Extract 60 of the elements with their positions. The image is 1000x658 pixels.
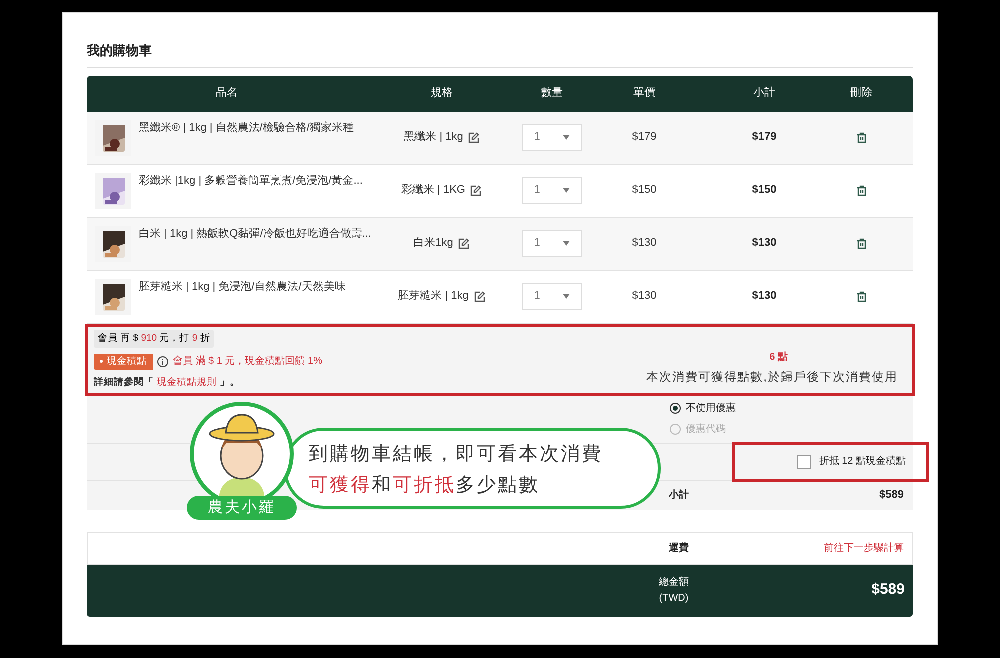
callout-text: 到購物車結帳，即可看本次消費 [309, 443, 604, 467]
points-rule: 會員 滿 $ 1 元，現金積點回饋 1% [173, 354, 322, 370]
member-discount-note: 會員 再 $ 910 元，打 9 折 [98, 332, 210, 344]
product-name: 彩纖米 |1kg | 多穀營養簡單烹煮/免浸泡/黃金... [139, 174, 363, 188]
unit-price: $130 [631, 289, 658, 304]
product-spec: 黑纖米 | 1kg [404, 130, 464, 146]
quantity-select[interactable]: 1 [522, 283, 582, 310]
column-header: 規格 [430, 86, 454, 102]
points-rules-link[interactable]: 現金積點規則 [154, 377, 220, 388]
row-subtotal: $150 [751, 183, 778, 198]
row-subtotal: $130 [751, 236, 778, 252]
caret-icon [562, 188, 570, 193]
product-spec: 白米1kg [414, 236, 454, 252]
dot-icon [100, 360, 103, 364]
trash-icon[interactable] [856, 238, 868, 250]
edit-icon[interactable] [468, 132, 480, 144]
callout-text: 可獲得和可折抵多少點數 [309, 474, 541, 498]
points-note: 本次消費可獲得點數,於歸戶後下次消費使用 [646, 368, 898, 386]
caret-icon [562, 241, 570, 246]
shipping-label: 運費 [669, 542, 689, 556]
coupon-radio[interactable]: 不使用優惠 [670, 400, 913, 416]
cash-points-tag: 現金積點 [94, 354, 153, 370]
trash-icon[interactable] [856, 132, 868, 144]
total-label: 總金額 [659, 576, 689, 590]
unit-price: $150 [631, 183, 658, 198]
total-value: $589 [872, 580, 905, 600]
product-spec: 彩纖米 | 1KG [402, 183, 466, 198]
caret-icon [562, 135, 570, 140]
points-earned: 6 點 [770, 350, 788, 364]
shipping-note: 前往下一步驟計算 [824, 542, 904, 556]
points-details-text: 詳細請參閱「 現金積點規則 」。 [94, 376, 240, 390]
column-header: 品名 [215, 86, 239, 102]
edit-icon[interactable] [474, 290, 486, 302]
caret-icon [562, 294, 570, 299]
column-header: 小計 [752, 86, 776, 102]
subtotal-value: $589 [880, 488, 904, 503]
quantity-select[interactable]: 1 [522, 124, 582, 151]
product-spec: 胚芽糙米 | 1kg [398, 289, 469, 304]
character-name-badge: 農夫小羅 [187, 496, 297, 520]
redeem-points-option[interactable]: 折抵 12 點現金積點 [732, 442, 929, 482]
row-subtotal: $130 [751, 289, 778, 304]
total-currency: (TWD) [659, 592, 689, 606]
product-name: 白米 | 1kg | 熱飯軟Q黏彈/冷飯也好吃適合做壽... [139, 226, 372, 242]
unit-price: $179 [631, 130, 658, 146]
edit-icon[interactable] [458, 238, 470, 250]
trash-icon[interactable] [856, 290, 868, 302]
info-icon [157, 356, 169, 368]
unit-price: $130 [631, 236, 658, 252]
row-subtotal: $179 [751, 130, 778, 146]
product-name: 黑纖米® | 1kg | 自然農法/檢驗合格/獨家米種 [139, 120, 354, 136]
column-header: 單價 [632, 86, 656, 102]
column-header: 刪除 [850, 86, 874, 102]
section-title: 我的購物車 [87, 41, 913, 68]
trash-icon[interactable] [856, 184, 868, 196]
product-name: 胚芽糙米 | 1kg | 免浸泡/自然農法/天然美味 [139, 280, 346, 294]
quantity-select[interactable]: 1 [522, 177, 582, 204]
subtotal-label: 小計 [669, 488, 689, 502]
quantity-select[interactable]: 1 [522, 230, 582, 257]
edit-icon[interactable] [470, 184, 482, 196]
column-header: 數量 [540, 86, 564, 102]
